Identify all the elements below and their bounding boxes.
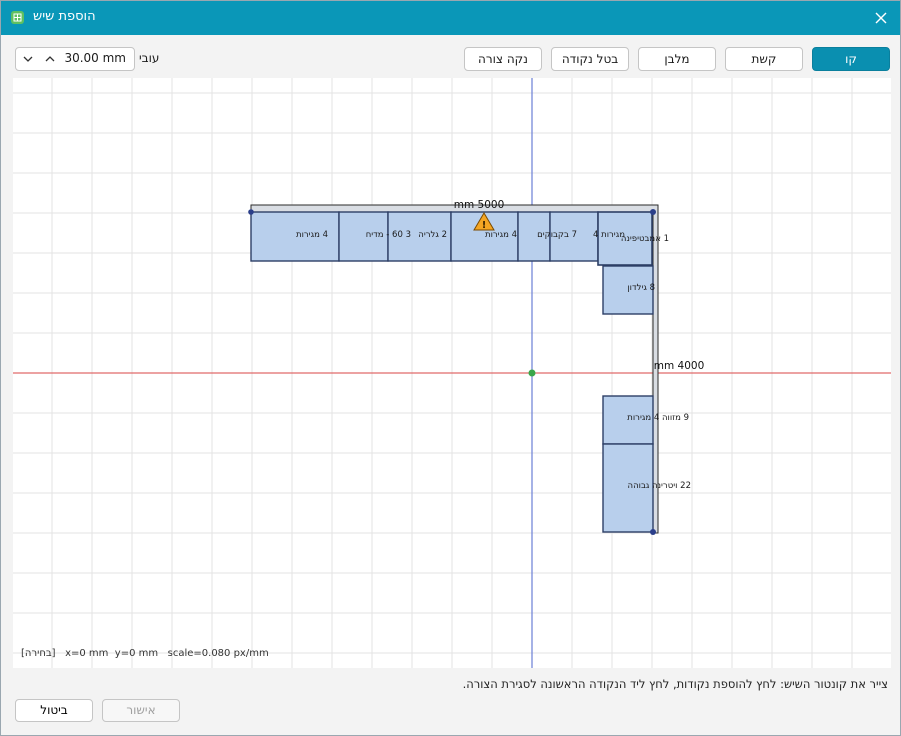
cabinet-label: 4 מגירות [485, 230, 517, 240]
cabinet-label: 22 ויטרינה גבוהה [628, 481, 691, 491]
title-bar[interactable]: הוספת שיש [1, 1, 900, 35]
app-icon [11, 11, 24, 24]
thickness-value[interactable]: 30.00 mm [64, 51, 126, 65]
clear-shape-button[interactable]: נקה צורה [464, 47, 542, 71]
svg-text:!: ! [482, 220, 487, 231]
vertex-point[interactable] [248, 209, 254, 215]
thickness-label: עובי [139, 51, 160, 65]
cabinet-label: 3 60 - מדיח [366, 230, 411, 240]
canvas-svg[interactable]: 4 מגירות 3 60 - מדיח 2 גלריה 4 מגירות 7 … [13, 78, 891, 668]
window-title: הוספת שיש [33, 9, 96, 24]
chevron-up-icon[interactable] [42, 51, 58, 67]
thickness-stepper[interactable]: 30.00 mm [15, 47, 135, 71]
cabinet-label: 4 מגירות [296, 230, 328, 240]
line-tool-button[interactable]: קו [812, 47, 890, 71]
chevron-down-icon[interactable] [20, 51, 36, 67]
rectangle-tool-button[interactable]: מלבן [638, 47, 716, 71]
cabinet-label: 1 אמבטיפינה [621, 234, 669, 244]
cabinet-label: 8 גילדון [627, 283, 655, 293]
undo-point-button[interactable]: בטל נקודה [551, 47, 629, 71]
canvas-status: [בחירה] x=0 mm y=0 mm scale=0.080 px/mm [21, 648, 269, 659]
ok-button[interactable]: אישור [102, 699, 180, 722]
status-mode: [בחירה] [21, 648, 56, 659]
hint-text: צייר את קונטור השיש: לחץ להוספת נקודות, … [462, 677, 888, 691]
drawing-canvas[interactable]: 4 מגירות 3 60 - מדיח 2 גלריה 4 מגירות 7 … [13, 78, 891, 668]
cabinet-label: 7 בקבוקים [537, 230, 577, 240]
top-dimension-label: mm 5000 [454, 199, 505, 211]
vertex-point[interactable] [650, 209, 656, 215]
dialog-window: הוספת שיש 30.00 mm עובי נקה צורה בטל נקו… [0, 0, 901, 736]
close-icon [875, 12, 887, 24]
cabinet-label: 2 גלריה [418, 230, 447, 240]
right-dimension-label: mm 4000 [654, 360, 705, 372]
status-coords: x=0 mm y=0 mm scale=0.080 px/mm [65, 648, 269, 659]
vertex-point[interactable] [650, 529, 656, 535]
arc-tool-button[interactable]: קשת [725, 47, 803, 71]
cabinet-label: 9 מזווה 4 מגירות [627, 413, 689, 423]
origin-point [528, 369, 536, 377]
cancel-button[interactable]: ביטול [15, 699, 93, 722]
close-button[interactable] [870, 7, 892, 29]
